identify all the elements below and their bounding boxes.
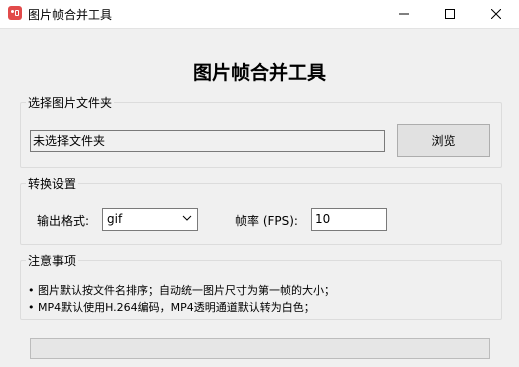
fps-input[interactable]: 10 bbox=[311, 208, 387, 231]
notes-group: 注意事项 • 图片默认按文件名排序；自动统一图片尺寸为第一帧的大小； • MP4… bbox=[20, 252, 502, 320]
folder-path-field[interactable]: 未选择文件夹 bbox=[30, 130, 385, 152]
folder-group: 选择图片文件夹 未选择文件夹 浏览 bbox=[20, 94, 502, 168]
title-bar[interactable]: 图片帧合并工具 bbox=[0, 0, 519, 29]
close-icon bbox=[491, 9, 501, 19]
format-label: 输出格式: bbox=[37, 214, 90, 228]
maximize-button[interactable] bbox=[427, 0, 473, 28]
app-icon bbox=[8, 6, 22, 20]
notes-group-title: 注意事项 bbox=[26, 252, 79, 269]
chevron-down-icon bbox=[182, 215, 192, 221]
browse-button[interactable]: 浏览 bbox=[397, 124, 490, 157]
fps-label: 帧率 (FPS): bbox=[235, 214, 298, 228]
minimize-button[interactable] bbox=[381, 0, 427, 28]
folder-group-title: 选择图片文件夹 bbox=[26, 94, 115, 111]
format-select-value: gif bbox=[107, 212, 123, 226]
note-item: • 图片默认按文件名排序；自动统一图片尺寸为第一帧的大小； bbox=[28, 284, 335, 297]
settings-group: 转换设置 输出格式: gif 帧率 (FPS): 10 bbox=[20, 175, 502, 245]
progress-bar bbox=[30, 338, 490, 359]
note-item: • MP4默认使用H.264编码，MP4透明通道默认转为白色； bbox=[28, 301, 315, 314]
minimize-icon bbox=[399, 13, 409, 15]
app-window: 图片帧合并工具 图片帧合并工具 选择图片文件夹 未选择文件夹 浏览 转换设置 输… bbox=[0, 0, 519, 367]
format-select[interactable]: gif bbox=[102, 208, 198, 231]
maximize-icon bbox=[445, 9, 455, 19]
page-title: 图片帧合并工具 bbox=[192, 62, 326, 84]
window-title: 图片帧合并工具 bbox=[28, 8, 113, 22]
close-button[interactable] bbox=[473, 0, 519, 28]
settings-group-title: 转换设置 bbox=[26, 175, 79, 192]
